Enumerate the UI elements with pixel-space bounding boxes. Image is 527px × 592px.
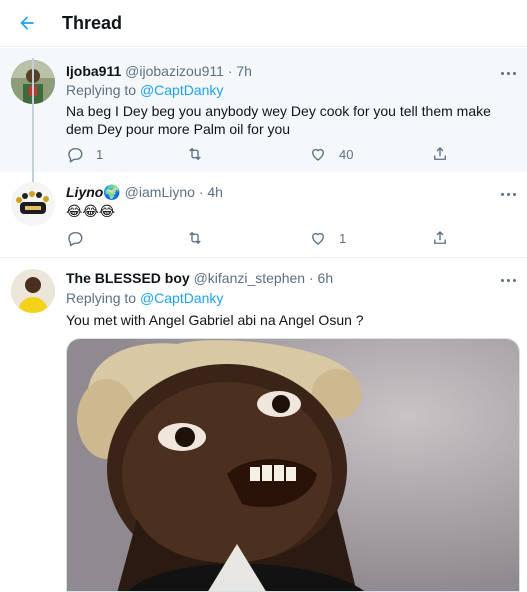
reply-button[interactable]: 1	[66, 144, 103, 164]
back-button[interactable]	[12, 8, 42, 38]
like-button[interactable]: 1	[309, 228, 346, 248]
like-icon	[312, 148, 324, 161]
reply-button[interactable]	[66, 228, 96, 248]
like-count: 1	[339, 230, 347, 246]
tweet-header: Ijoba911 @ijobazizou911 · 7h	[66, 63, 252, 79]
tweet-blessed-boy[interactable]: The BLESSED boy @kifanzi_stephen · 6h Re…	[0, 258, 527, 592]
avatar[interactable]	[11, 269, 55, 313]
replying-to-link[interactable]: @CaptDanky	[140, 290, 223, 306]
page-title: Thread	[62, 13, 123, 33]
thread-header: Thread	[0, 0, 527, 47]
replying-to: Replying to @CaptDanky	[66, 82, 224, 98]
share-button[interactable]	[431, 144, 449, 164]
display-name[interactable]: Ijoba911	[66, 63, 121, 79]
tweet-ijoba911[interactable]: Ijoba911 @ijobazizou911 · 7h Replying to…	[0, 48, 527, 172]
reply-icon	[68, 148, 83, 163]
reply-count: 1	[96, 146, 104, 162]
replying-to: Replying to @CaptDanky	[66, 290, 224, 306]
user-handle[interactable]: @iamLiyno	[125, 184, 195, 200]
tweet-actions: 1 40	[66, 144, 466, 164]
tweet-media-image[interactable]	[66, 338, 520, 592]
tweet-text: You met with Angel Gabriel abi na Angel …	[66, 312, 364, 328]
more-button[interactable]	[497, 187, 519, 201]
like-icon	[312, 232, 324, 245]
avatar[interactable]	[11, 182, 55, 226]
like-button[interactable]: 40	[309, 144, 353, 164]
timestamp[interactable]: · 4h	[199, 184, 223, 200]
tweet-header: The BLESSED boy @kifanzi_stephen · 6h	[66, 270, 333, 286]
more-button[interactable]	[497, 273, 519, 287]
back-arrow-icon	[20, 16, 34, 30]
user-handle[interactable]: @kifanzi_stephen	[194, 270, 306, 286]
share-button[interactable]	[431, 228, 449, 248]
display-name[interactable]: The BLESSED boy	[66, 270, 190, 286]
like-count: 40	[339, 146, 354, 162]
tweet-text: Na beg I Dey beg you anybody wey Dey coo…	[66, 103, 491, 137]
timestamp[interactable]: · 7h	[228, 63, 252, 79]
tweet-actions: 1	[66, 228, 466, 248]
user-handle[interactable]: @ijobazizou911	[125, 63, 224, 79]
retweet-button[interactable]	[186, 144, 216, 164]
thread-connector	[32, 58, 34, 182]
reply-icon	[68, 232, 83, 247]
share-icon	[434, 147, 446, 160]
display-name[interactable]: Liyno	[66, 184, 103, 200]
tweet-header: Liyno🌍 @iamLiyno · 4h	[66, 184, 223, 201]
name-emoji: 🌍	[103, 184, 121, 200]
replying-to-link[interactable]: @CaptDanky	[140, 82, 223, 98]
more-button[interactable]	[497, 66, 519, 80]
retweet-icon	[189, 147, 201, 161]
retweet-icon	[189, 231, 201, 245]
tweet-liyno[interactable]: Liyno🌍 @iamLiyno · 4h 😂😂😂 1	[0, 172, 527, 258]
tweet-text: 😂😂😂	[66, 203, 116, 219]
retweet-button[interactable]	[186, 228, 216, 248]
timestamp[interactable]: · 6h	[309, 270, 333, 286]
share-icon	[434, 231, 446, 244]
